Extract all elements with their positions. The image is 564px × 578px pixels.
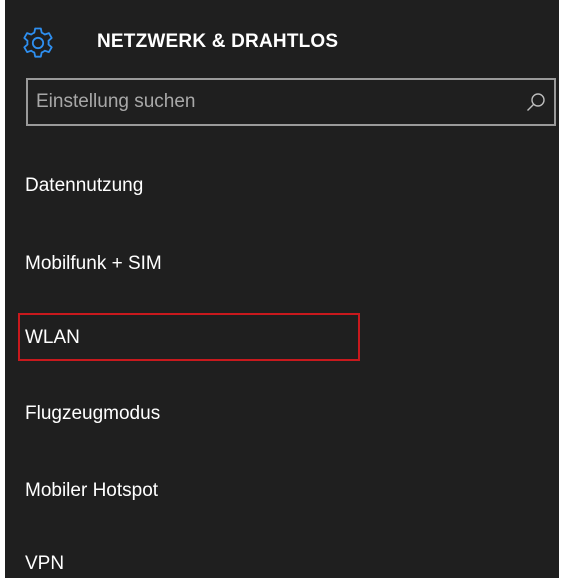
menu-item-datennutzung[interactable]: Datennutzung: [25, 175, 143, 197]
page-header: NETZWERK & DRAHTLOS: [5, 0, 559, 80]
search-icon[interactable]: [526, 92, 546, 112]
settings-screen: NETZWERK & DRAHTLOS Datennutzung Mobilfu…: [5, 0, 559, 578]
menu-item-vpn[interactable]: VPN: [25, 553, 64, 575]
search-input[interactable]: [36, 80, 506, 124]
page-title: NETZWERK & DRAHTLOS: [97, 31, 339, 52]
menu-item-flugzeugmodus[interactable]: Flugzeugmodus: [25, 403, 160, 425]
menu-item-mobiler-hotspot[interactable]: Mobiler Hotspot: [25, 480, 158, 502]
menu-item-wlan[interactable]: WLAN: [25, 327, 80, 349]
menu-item-mobilfunk-sim[interactable]: Mobilfunk + SIM: [25, 253, 162, 275]
search-field[interactable]: [26, 78, 556, 126]
gear-icon: [23, 27, 53, 58]
